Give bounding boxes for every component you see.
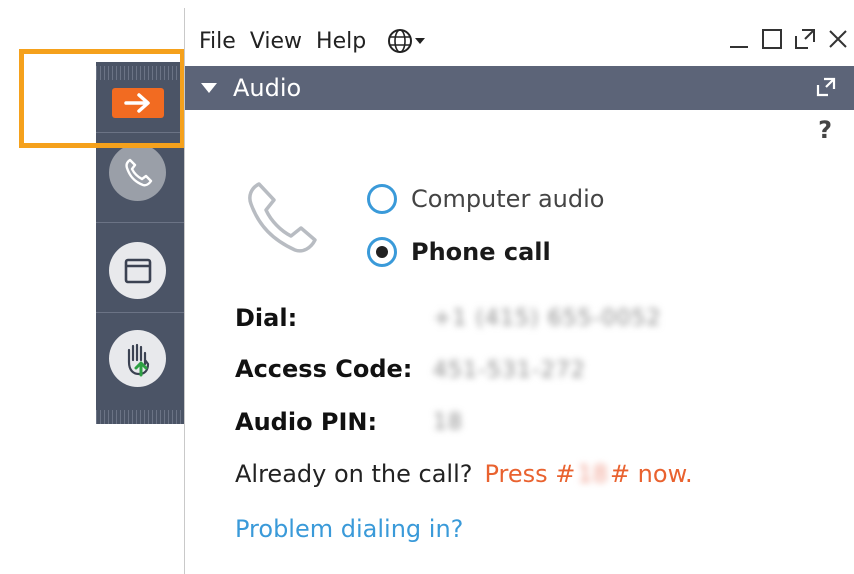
panel-header[interactable]: Audio <box>185 66 854 110</box>
phone-icon <box>248 182 317 253</box>
menu-help[interactable]: Help <box>316 29 366 54</box>
audio-window: File View Help Audio ? Computer audio Ph… <box>184 8 854 574</box>
audio-pin-label: Audio PIN: <box>235 408 378 436</box>
grip-bottom[interactable] <box>96 410 184 424</box>
phone-icon <box>124 158 152 186</box>
close-icon <box>828 30 847 48</box>
chevron-down-icon <box>415 38 426 44</box>
computer-audio-radio[interactable] <box>367 184 397 214</box>
press-suffix: # now. <box>609 460 693 488</box>
minimize-icon <box>729 46 748 48</box>
menu-file[interactable]: File <box>199 29 236 54</box>
already-prompt: Already on the call? <box>235 460 473 488</box>
audio-pin-value: 18 <box>433 410 463 435</box>
minimize-button[interactable] <box>722 24 755 54</box>
already-on-call-text: Already on the call? Press # 18 # now. <box>235 460 693 488</box>
dial-value: +1 (415) 655-0052 <box>433 306 662 331</box>
press-instruction: Press # 18 # now. <box>484 460 692 488</box>
phone-call-option[interactable]: Phone call <box>367 237 551 267</box>
callout-highlight <box>19 49 185 148</box>
phone-call-radio[interactable] <box>367 237 397 267</box>
collapse-caret-icon <box>201 83 217 93</box>
audio-tab-button[interactable] <box>109 144 166 201</box>
language-menu[interactable] <box>386 27 426 55</box>
computer-audio-option[interactable]: Computer audio <box>367 184 604 214</box>
popout-window-button[interactable] <box>788 24 821 54</box>
screen-share-button[interactable] <box>109 242 166 299</box>
phone-call-label: Phone call <box>411 238 551 266</box>
separator <box>96 222 184 223</box>
window-controls <box>704 22 854 56</box>
close-button[interactable] <box>821 24 854 54</box>
press-prefix: Press # <box>484 460 576 488</box>
maximize-button[interactable] <box>755 24 788 54</box>
access-code-value: 451-531-272 <box>433 358 586 383</box>
globe-icon <box>388 29 413 53</box>
menu-view[interactable]: View <box>250 29 302 54</box>
separator <box>96 312 184 313</box>
access-code-label: Access Code: <box>235 355 413 383</box>
popout-icon <box>794 29 815 49</box>
raise-hand-icon <box>127 343 149 376</box>
menu-bar: File View Help <box>199 26 426 56</box>
raise-hand-button[interactable] <box>109 330 166 387</box>
press-pin: 18 <box>577 460 608 488</box>
panel-title: Audio <box>233 74 302 102</box>
screen-icon <box>124 258 151 283</box>
popout-icon[interactable] <box>815 76 837 98</box>
problem-dialing-link[interactable]: Problem dialing in? <box>235 515 463 543</box>
help-icon[interactable]: ? <box>818 116 832 144</box>
dial-label: Dial: <box>235 304 298 332</box>
computer-audio-label: Computer audio <box>411 185 605 213</box>
maximize-icon <box>761 29 782 49</box>
